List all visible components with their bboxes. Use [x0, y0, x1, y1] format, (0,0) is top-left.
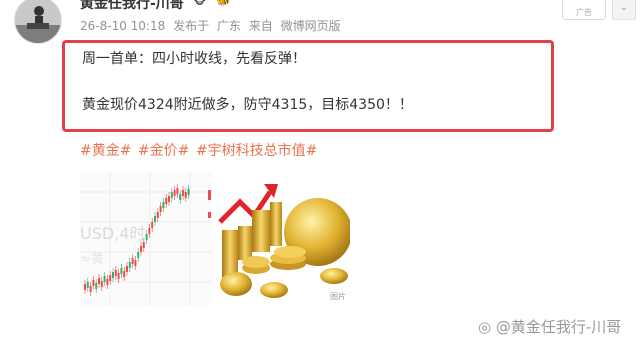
- post-image-chart[interactable]: USD,4时 ≈黄: [80, 172, 212, 306]
- avatar-image: [15, 0, 61, 43]
- candle-body: [168, 196, 170, 202]
- candle-body: [173, 190, 176, 196]
- more-options-button[interactable]: ⌄: [612, 0, 636, 20]
- chart-overlay-text: USD,4时: [80, 224, 146, 243]
- ad-tag[interactable]: 广告: [562, 0, 606, 20]
- weibo-logo-icon: ◎: [478, 318, 492, 336]
- candle-body: [156, 212, 159, 218]
- ad-tag-label: 广告: [576, 8, 592, 17]
- candle-body: [165, 198, 168, 204]
- chart-overlay-text-2: ≈黄: [80, 252, 104, 267]
- candle-body: [140, 246, 142, 252]
- user-avatar[interactable]: [14, 0, 62, 44]
- gold-image-caption: 图片: [330, 292, 346, 301]
- username-text[interactable]: 黄金任我行-川哥: [80, 0, 184, 12]
- candle-body: [95, 283, 98, 289]
- candle-body: [137, 252, 140, 258]
- candle-body: [148, 228, 151, 234]
- candle-body: [89, 286, 92, 292]
- weibo-watermark: ◎ @黄金任我行-川哥: [478, 316, 621, 337]
- candle-body: [114, 270, 117, 276]
- post-image-gold[interactable]: 图片: [216, 172, 350, 306]
- post-source[interactable]: 微博网页版: [281, 19, 341, 33]
- candle-body: [112, 272, 114, 278]
- candle-body: [92, 280, 95, 286]
- bee-badge-icon: 🐝: [215, 0, 231, 7]
- candle-body: [84, 284, 86, 290]
- candle-body: [151, 222, 154, 228]
- candle-body: [176, 188, 179, 194]
- candle-body: [98, 278, 100, 284]
- watermark-text: @黄金任我行-川哥: [495, 318, 622, 336]
- candle-body: [128, 262, 131, 268]
- candle-body: [184, 192, 187, 198]
- candle-body: [86, 282, 89, 288]
- candle-body: [126, 266, 128, 272]
- candle-body: [106, 279, 109, 285]
- candle-body: [117, 273, 120, 279]
- hashtag-gold-price[interactable]: #金价#: [138, 143, 189, 159]
- candle-body: [145, 234, 148, 240]
- username[interactable]: 黄金任我行-川哥 🐵 🐝: [80, 0, 230, 13]
- candle-body: [179, 194, 182, 200]
- post-content-line-1: 周一首单：四小时收线，先看反弹！: [82, 51, 306, 67]
- post-meta: 26-8-10 10:18 发布于 广东 来自 微博网页版: [80, 17, 345, 34]
- hashtag-row: #黄金# #金价# #宇树科技总市值#: [80, 140, 319, 160]
- candle-body: [120, 268, 123, 274]
- source-prefix: 来自: [248, 19, 273, 33]
- candle-body: [170, 192, 173, 198]
- candle-body: [103, 276, 106, 282]
- gold-coins-image: [216, 172, 350, 306]
- candle-body: [109, 275, 112, 281]
- candle-body: [187, 189, 190, 195]
- candle-body: [131, 258, 134, 264]
- post-time[interactable]: 26-8-10 10:18: [80, 19, 165, 33]
- candle-body: [182, 190, 184, 196]
- post-location: 广东: [216, 19, 241, 33]
- monkey-badge-icon: 🐵: [192, 0, 207, 7]
- chevron-down-icon: ⌄: [619, 2, 629, 13]
- candle-body: [154, 216, 156, 222]
- candle-body: [123, 271, 126, 277]
- candle-body: [100, 281, 103, 287]
- post-content-line-2: 黄金现价4324附近做多，防守4315，目标4350！！: [82, 97, 413, 113]
- location-prefix: 发布于: [173, 19, 210, 33]
- hashtag-gold[interactable]: #黄金#: [80, 143, 131, 159]
- candle-body: [134, 260, 137, 266]
- candle-body: [162, 202, 165, 208]
- hashtag-unitree-market-cap[interactable]: #宇树科技总市值#: [196, 143, 317, 159]
- candle-body: [159, 206, 162, 212]
